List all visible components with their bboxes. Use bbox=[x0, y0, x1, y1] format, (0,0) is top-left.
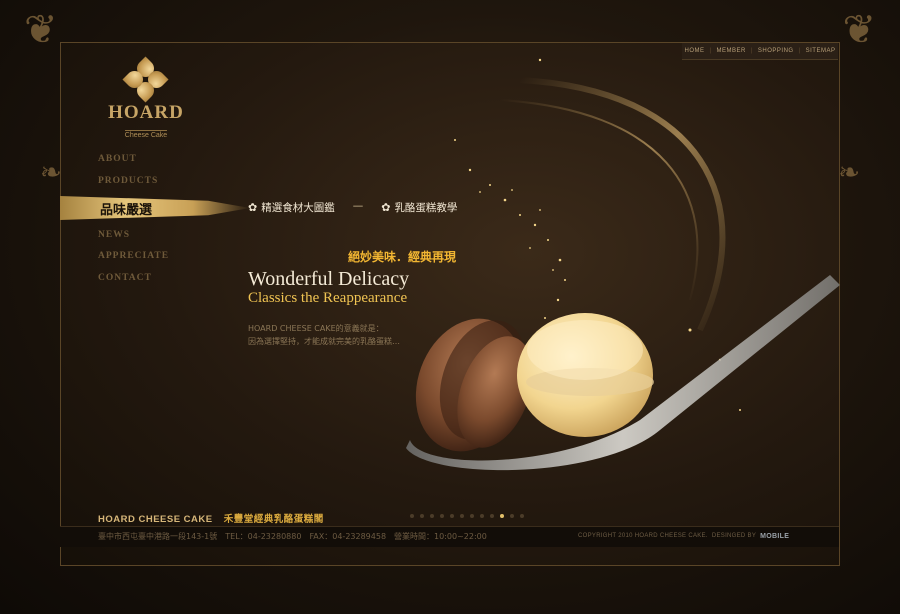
ornament-top-right: ❦ bbox=[842, 7, 876, 52]
submenu-label: 精選食材大圖鑑 bbox=[261, 202, 335, 214]
hero-tagline: 絕妙美味．經典再現 bbox=[348, 250, 457, 264]
ornament-top-left: ❦ bbox=[24, 7, 58, 52]
sidebar-item-active[interactable]: 品味嚴選 bbox=[100, 199, 152, 218]
topnav-home[interactable]: HOME bbox=[684, 48, 704, 54]
footer-hours: 營業時間：10:00~22:00 bbox=[394, 532, 487, 541]
slider-dot[interactable] bbox=[410, 514, 414, 518]
submenu-item-tutorial[interactable]: ✿ 乳酪蛋糕教學 bbox=[381, 200, 457, 215]
logo[interactable]: HOARD Cheese Cake bbox=[96, 56, 196, 142]
nav-separator: | bbox=[798, 48, 801, 54]
footer-brand-cn: 禾豐堂經典乳酪蛋糕閣 bbox=[223, 514, 324, 525]
designer-logo[interactable]: MOBILE bbox=[760, 533, 789, 540]
footer-info: 臺中市西屯臺中港路一段143-1號 TEL：04-23280880 FAX：04… bbox=[98, 531, 487, 542]
nav-separator: | bbox=[709, 48, 712, 54]
logo-name: HOARD bbox=[108, 102, 184, 123]
clover-logo-icon bbox=[122, 56, 169, 103]
hero-desc-line: HOARD CHEESE CAKE的意義就是： bbox=[248, 324, 384, 333]
copyright: COPYRIGHT 2010 HOARD CHEESE CAKE. DESING… bbox=[578, 533, 789, 540]
slider-dot[interactable] bbox=[470, 514, 474, 518]
submenu-label: 乳酪蛋糕教學 bbox=[394, 202, 458, 214]
footer-brand-name: HOARD CHEESE CAKE bbox=[98, 514, 213, 525]
slider-dot[interactable] bbox=[520, 514, 524, 518]
footer-brand: HOARD CHEESE CAKE 禾豐堂經典乳酪蛋糕閣 bbox=[98, 511, 324, 525]
topnav-member[interactable]: MEMBER bbox=[717, 48, 746, 54]
submenu-item-ingredients[interactable]: ✿ 精選食材大圖鑑 bbox=[248, 200, 335, 215]
topnav-sitemap[interactable]: SITEMAP bbox=[806, 48, 836, 54]
top-nav: HOME | MEMBER | SHOPPING | SITEMAP bbox=[682, 43, 838, 60]
designed-by-label: DESINGED BY bbox=[711, 533, 757, 539]
slider-dot[interactable] bbox=[430, 514, 434, 518]
ornament-left: ❧ bbox=[40, 158, 62, 187]
slider-dot[interactable] bbox=[460, 514, 464, 518]
copyright-text: COPYRIGHT 2010 HOARD CHEESE CAKE. bbox=[578, 533, 708, 539]
slider-dot[interactable] bbox=[510, 514, 514, 518]
slider-dot[interactable] bbox=[490, 514, 494, 518]
sidebar-item-news[interactable]: NEWS bbox=[98, 230, 130, 240]
ornament-right: ❧ bbox=[838, 158, 860, 187]
sidebar-item-about[interactable]: ABOUT bbox=[98, 154, 137, 164]
slider-dot[interactable] bbox=[420, 514, 424, 518]
flower-icon: ✿ bbox=[248, 201, 258, 214]
divider: — bbox=[352, 200, 364, 212]
hero-description: HOARD CHEESE CAKE的意義就是： 因為選擇堅持，才能成就完美的乳酪… bbox=[248, 322, 400, 348]
topnav-shopping[interactable]: SHOPPING bbox=[758, 48, 794, 54]
sidebar-item-appreciate[interactable]: APPRECIATE bbox=[98, 251, 169, 261]
footer-address: 臺中市西屯臺中港路一段143-1號 bbox=[98, 532, 218, 541]
slider-dot[interactable] bbox=[440, 514, 444, 518]
nav-separator: | bbox=[750, 48, 753, 54]
slider-dots bbox=[410, 514, 524, 518]
submenu: ✿ 精選食材大圖鑑 — ✿ 乳酪蛋糕教學 bbox=[248, 200, 457, 215]
hero-desc-line: 因為選擇堅持，才能成就完美的乳酪蛋糕… bbox=[248, 337, 400, 346]
sidebar-item-contact[interactable]: CONTACT bbox=[98, 273, 152, 283]
slider-dot[interactable] bbox=[500, 514, 504, 518]
footer-tel: TEL：04-23280880 bbox=[225, 532, 302, 541]
hero-subheadline: Classics the Reappearance bbox=[248, 290, 408, 306]
slider-dot[interactable] bbox=[480, 514, 484, 518]
hero-headline: Wonderful Delicacy bbox=[248, 268, 410, 290]
flower-icon: ✿ bbox=[381, 201, 391, 214]
footer-fax: FAX：04-23289458 bbox=[309, 532, 387, 541]
logo-subtitle: Cheese Cake bbox=[124, 130, 168, 139]
slider-dot[interactable] bbox=[450, 514, 454, 518]
sidebar-item-products[interactable]: PRODUCTS bbox=[98, 176, 158, 186]
